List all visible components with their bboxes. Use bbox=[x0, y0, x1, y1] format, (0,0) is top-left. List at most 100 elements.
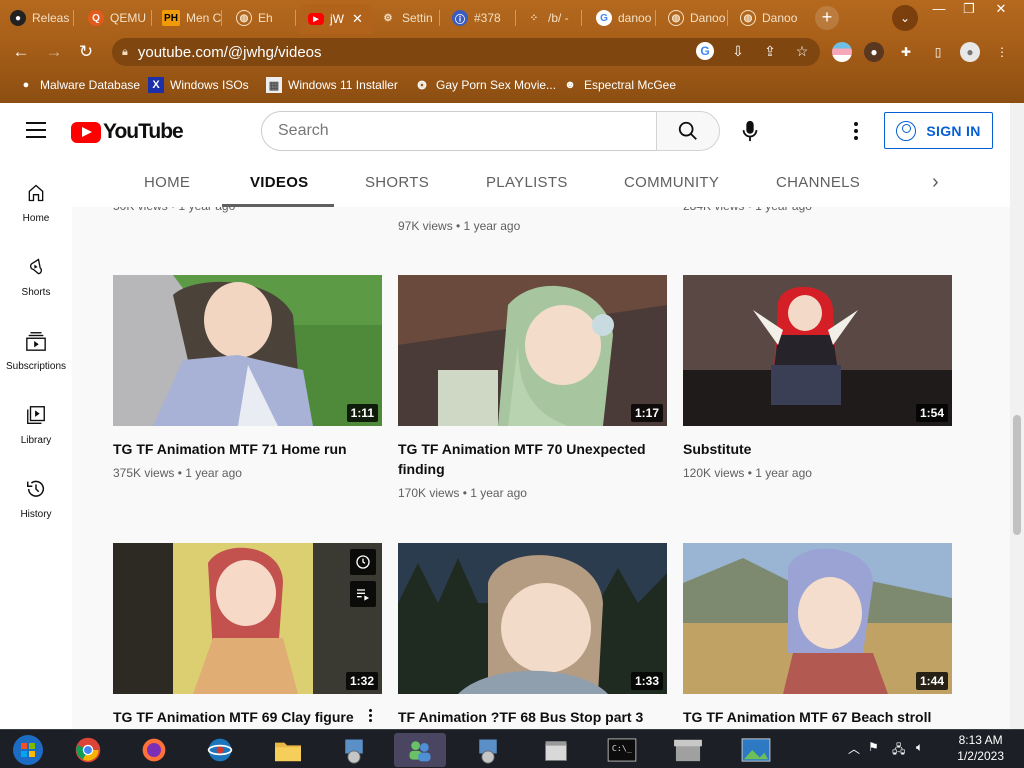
tab-danoo-2[interactable]: ◍ Danoo bbox=[740, 6, 800, 30]
extension-flag-icon[interactable] bbox=[832, 42, 852, 62]
guide-subscriptions[interactable]: Subscriptions bbox=[0, 329, 72, 389]
network-icon[interactable]: 🖧︎ bbox=[892, 740, 905, 761]
video-thumbnail[interactable]: 1:33 bbox=[398, 543, 667, 694]
taskbar-store[interactable] bbox=[530, 733, 582, 767]
taskbar-explorer[interactable] bbox=[262, 733, 314, 767]
chevron-right-icon[interactable]: › bbox=[932, 171, 939, 194]
video-action-menu-icon[interactable] bbox=[369, 709, 372, 722]
back-button[interactable]: ← bbox=[10, 41, 32, 63]
bookmark-windows11-installer[interactable]: ▦ Windows 11 Installer bbox=[266, 77, 398, 93]
extension-avatar-icon[interactable]: ● bbox=[864, 42, 884, 62]
thumbnail-image bbox=[683, 275, 952, 426]
taskbar-users[interactable] bbox=[394, 733, 446, 767]
thumbnail-image bbox=[113, 275, 382, 426]
tab-home[interactable]: HOME bbox=[144, 174, 190, 191]
sign-in-button[interactable]: SIGN IN bbox=[884, 112, 993, 149]
video-card[interactable]: 1:44 TG TF Animation MTF 67 Beach stroll bbox=[683, 543, 952, 729]
settings-kebab-icon[interactable] bbox=[844, 119, 868, 143]
tab-men[interactable]: PH Men C bbox=[162, 6, 222, 30]
tab-settings[interactable]: ⚙ Settin bbox=[380, 6, 440, 30]
taskbar-firefox[interactable] bbox=[128, 733, 180, 767]
youtube-logo[interactable]: YouTube bbox=[71, 120, 184, 144]
video-title[interactable]: TG TF Animation MTF 70 Unexpected findin… bbox=[398, 439, 658, 479]
tab-eh[interactable]: ◍ Eh bbox=[236, 6, 296, 30]
video-card[interactable]: 1:54 Substitute 120K views • 1 year ago bbox=[683, 275, 952, 495]
volume-icon[interactable]: 🔈︎ bbox=[916, 740, 923, 755]
taskbar-archive[interactable] bbox=[662, 733, 714, 767]
guide-home[interactable]: Home bbox=[0, 181, 72, 241]
bookmark-movie[interactable]: ❂ Gay Porn Sex Movie... bbox=[414, 77, 556, 93]
tab-issue[interactable]: ⓘ #378 bbox=[452, 6, 516, 30]
add-to-queue-button[interactable] bbox=[350, 581, 376, 607]
watch-later-button[interactable] bbox=[350, 549, 376, 575]
tab-danoo-1[interactable]: ◍ Danoo bbox=[668, 6, 728, 30]
google-lens-icon[interactable]: G bbox=[696, 42, 714, 60]
tab-youtube-active[interactable]: ▶ jW ✕ bbox=[300, 4, 372, 34]
video-thumbnail[interactable]: 1:17 bbox=[398, 275, 667, 426]
clock[interactable]: 8:13 AM 1/2/2023 bbox=[957, 732, 1004, 764]
tab-danoo-google[interactable]: G danoo bbox=[596, 6, 656, 30]
page-scrollbar[interactable] bbox=[1010, 103, 1024, 729]
video-card[interactable]: 1:32 TG TF Animation MTF 69 Clay figure bbox=[113, 543, 382, 729]
chrome-menu-icon[interactable]: ⋮ bbox=[992, 42, 1012, 62]
video-card[interactable]: 1:11 TG TF Animation MTF 71 Home run 375… bbox=[113, 275, 382, 495]
video-card[interactable]: 1:33 TF Animation ?TF 68 Bus Stop part 3 bbox=[398, 543, 667, 729]
video-title[interactable]: TF Animation ?TF 68 Bus Stop part 3 bbox=[398, 707, 658, 727]
share-icon[interactable]: ⇪ bbox=[760, 41, 780, 61]
tab-playlists[interactable]: PLAYLISTS bbox=[486, 174, 568, 191]
guide-shorts[interactable]: Shorts bbox=[0, 255, 72, 315]
bookmark-malware-db[interactable]: ● Malware Database bbox=[18, 77, 140, 93]
show-hidden-icons[interactable]: ︿ bbox=[848, 740, 860, 757]
video-title[interactable]: TG TF Animation MTF 69 Clay figure bbox=[113, 707, 373, 727]
menu-hamburger-icon[interactable] bbox=[26, 122, 46, 138]
guide-library[interactable]: Library bbox=[0, 403, 72, 463]
tab-shorts[interactable]: SHORTS bbox=[365, 174, 429, 191]
side-panel-icon[interactable]: ▯ bbox=[928, 42, 948, 62]
tab-search-button[interactable]: ⌄ bbox=[892, 5, 918, 31]
guide-history[interactable]: History bbox=[0, 477, 72, 537]
tab-b[interactable]: ⁘ /b/ - bbox=[526, 6, 582, 30]
taskbar-setup-2[interactable] bbox=[462, 733, 514, 767]
taskbar-setup[interactable] bbox=[328, 733, 380, 767]
video-thumbnail[interactable]: 1:32 bbox=[113, 543, 382, 694]
video-title[interactable]: Substitute bbox=[683, 439, 943, 459]
tab-releases[interactable]: ● Releas bbox=[10, 6, 74, 30]
video-card[interactable]: 1:17 TG TF Animation MTF 70 Unexpected f… bbox=[398, 275, 667, 515]
video-title[interactable]: TG TF Animation MTF 71 Home run bbox=[113, 439, 373, 459]
extensions-puzzle-icon[interactable]: ✚ bbox=[896, 42, 916, 62]
tab-videos[interactable]: VIDEOS bbox=[250, 174, 308, 191]
tab-channels[interactable]: CHANNELS bbox=[776, 174, 860, 191]
new-tab-button[interactable]: + bbox=[815, 6, 839, 30]
video-title[interactable]: TG TF Animation MTF 67 Beach stroll bbox=[683, 707, 943, 727]
forward-button[interactable]: → bbox=[43, 41, 65, 63]
thumbnail-image bbox=[683, 543, 952, 694]
taskbar-edge[interactable] bbox=[194, 733, 246, 767]
video-duration: 1:17 bbox=[630, 404, 663, 422]
close-window-button[interactable]: ✕ bbox=[986, 0, 1016, 20]
tab-community[interactable]: COMMUNITY bbox=[624, 174, 719, 191]
video-meta: 375K views • 1 year ago bbox=[113, 466, 242, 480]
taskbar-chrome[interactable] bbox=[62, 733, 114, 767]
bookmark-espectral[interactable]: ☻ Espectral McGee bbox=[562, 77, 676, 93]
reload-button[interactable]: ↻ bbox=[75, 41, 97, 63]
search-button[interactable] bbox=[656, 111, 720, 151]
tab-qemu[interactable]: Q QEMU bbox=[88, 6, 152, 30]
video-thumbnail[interactable]: 1:11 bbox=[113, 275, 382, 426]
taskbar-image-viewer[interactable] bbox=[730, 733, 782, 767]
search-input[interactable]: Search bbox=[261, 111, 657, 151]
close-tab-icon[interactable]: ✕ bbox=[352, 11, 363, 27]
ph-icon: PH bbox=[162, 10, 180, 26]
action-center-flag-icon[interactable]: ⚑ bbox=[868, 740, 879, 754]
profile-icon[interactable]: ● bbox=[960, 42, 980, 62]
video-thumbnail[interactable]: 1:54 bbox=[683, 275, 952, 426]
taskbar-cmd[interactable]: C:\_ bbox=[596, 733, 648, 767]
restore-button[interactable]: ❐ bbox=[954, 0, 984, 20]
minimize-button[interactable]: — bbox=[924, 0, 954, 20]
bookmark-star-icon[interactable]: ☆ bbox=[792, 41, 812, 61]
bookmark-windows-isos[interactable]: X Windows ISOs bbox=[148, 77, 249, 93]
install-icon[interactable]: ⇩ bbox=[728, 41, 748, 61]
start-button[interactable] bbox=[2, 733, 54, 767]
scrollbar-thumb[interactable] bbox=[1013, 415, 1021, 535]
voice-search-button[interactable] bbox=[730, 111, 770, 151]
video-thumbnail[interactable]: 1:44 bbox=[683, 543, 952, 694]
